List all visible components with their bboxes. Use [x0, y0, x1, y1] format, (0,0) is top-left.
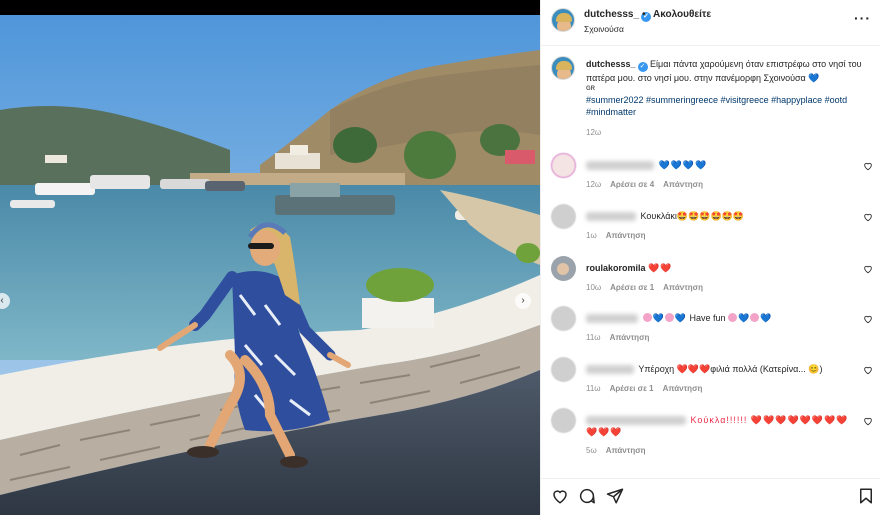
comment-item: Κούκλα!!!!!! ❤️❤️❤️❤️❤️❤️❤️❤️❤️❤️❤️ 5ω Απ…	[541, 408, 880, 460]
reply-button[interactable]: Απάντηση	[663, 384, 703, 393]
comment-meta: 11ω Αρέσει σε 1 Απάντηση	[586, 384, 711, 393]
comment-likes[interactable]: Αρέσει σε 1	[610, 384, 654, 393]
comment-time: 5ω	[586, 446, 597, 455]
verified-icon: ✓	[637, 62, 648, 72]
reply-button[interactable]: Απάντηση	[606, 446, 646, 455]
comment-item: Υπέροχη ❤️❤️❤️φιλιά πολλά (Κατερίνα... 😊…	[541, 357, 880, 402]
more-icon[interactable]: ···	[854, 10, 871, 26]
comment-item: 💙 💙 Have fun 💙 💙 11ω Απάντηση	[541, 306, 880, 351]
comment-text-block: roulakoromila ❤️❤️	[586, 262, 854, 274]
caption-text-block: dutchesss_ ✓ Είμαι πάντα χαρούμενη όταν ε…	[586, 58, 871, 119]
reply-button[interactable]: Απάντηση	[663, 180, 703, 189]
comment-username[interactable]: roulakoromila	[586, 263, 646, 273]
heart-icon[interactable]	[863, 314, 873, 324]
comment-time: 11ω	[586, 384, 601, 393]
caption-time: 12ω	[586, 128, 602, 137]
comment-icon[interactable]	[578, 487, 596, 505]
heart-icon[interactable]	[863, 416, 873, 426]
comment-text: 💙💙💙💙	[658, 160, 708, 170]
blue-heart-icon: 💙	[760, 313, 773, 323]
header-username[interactable]: dutchesss_ ✓	[584, 9, 652, 22]
caption-heart: 💙	[808, 73, 820, 83]
comment-meta: 12ω Αρέσει σε 4 Απάντηση	[586, 180, 712, 189]
comment-text-block: 💙💙💙💙	[586, 159, 854, 171]
follow-button[interactable]: Ακολουθείτε	[653, 9, 711, 20]
blurred-username	[586, 314, 638, 324]
like-icon[interactable]	[551, 487, 569, 505]
caption-hashtags[interactable]: #summer2022 #summeringreece #visitgreece…	[586, 95, 847, 118]
blue-heart-icon: 💙	[674, 313, 687, 323]
blurred-username	[586, 212, 636, 222]
comment-item: roulakoromila ❤️❤️ 10ω Αρέσει σε 1 Απάντησ…	[541, 256, 880, 301]
comment-meta: 10ω Αρέσει σε 1 Απάντηση	[586, 283, 712, 292]
comment-item: Κουκλάκι🤩🤩🤩🤩🤩🤩 1ω Απάντηση	[541, 204, 880, 249]
comment-time: 10ω	[586, 283, 602, 292]
reply-button[interactable]: Απάντηση	[663, 283, 703, 292]
blurred-username	[586, 161, 654, 171]
blurred-username	[586, 365, 634, 375]
comment-time: 12ω	[586, 180, 602, 189]
heart-icon[interactable]	[863, 365, 873, 375]
emoji-icon	[728, 313, 738, 322]
comment-time: 1ω	[586, 231, 597, 240]
emoji-icon	[750, 313, 760, 322]
reply-button[interactable]: Απάντηση	[610, 333, 650, 342]
comment-text-block: 💙 💙 Have fun 💙 💙	[586, 312, 854, 324]
heart-icon[interactable]	[863, 264, 873, 274]
avatar[interactable]	[551, 204, 576, 229]
heart-icon[interactable]	[863, 161, 873, 171]
comment-text: Κουκλάκι🤩🤩🤩🤩🤩🤩	[640, 211, 745, 221]
blue-heart-icon: 💙	[738, 313, 751, 323]
post-image	[0, 15, 540, 515]
comment-text-block: Υπέροχη ❤️❤️❤️φιλιά πολλά (Κατερίνα... 😊…	[586, 363, 854, 375]
comment-meta: 11ω Απάντηση	[586, 333, 658, 342]
avatar[interactable]	[551, 357, 576, 382]
avatar[interactable]	[551, 153, 576, 178]
avatar[interactable]	[551, 306, 576, 331]
comment-likes[interactable]: Αρέσει σε 1	[610, 283, 654, 292]
header-separator: •	[642, 9, 646, 20]
header-username-text[interactable]: dutchesss_	[584, 9, 639, 20]
reply-button[interactable]: Απάντηση	[606, 231, 646, 240]
post-header: dutchesss_ ✓ • Ακολουθείτε Σχοινούσα ···	[541, 0, 880, 46]
action-bar	[541, 478, 880, 515]
avatar[interactable]	[551, 8, 575, 32]
chevron-right-icon[interactable]: ›	[515, 293, 531, 309]
comment-meta: 1ω Απάντηση	[586, 231, 655, 240]
comment-text-block: Κούκλα!!!!!! ❤️❤️❤️❤️❤️❤️❤️❤️❤️❤️❤️	[586, 414, 854, 438]
comment-meta: 5ω Απάντηση	[586, 446, 655, 455]
avatar[interactable]	[551, 256, 576, 281]
save-icon[interactable]	[857, 487, 875, 505]
share-icon[interactable]	[606, 487, 624, 505]
blue-heart-icon: 💙	[652, 313, 665, 323]
comment-time: 11ω	[586, 333, 601, 342]
blurred-username	[586, 416, 686, 426]
emoji-icon	[664, 313, 674, 322]
comment-text: ❤️❤️	[648, 263, 673, 273]
comment-likes[interactable]: Αρέσει σε 4	[610, 180, 654, 189]
comment-item: 💙💙💙💙 12ω Αρέσει σε 4 Απάντηση	[541, 153, 880, 198]
comment-text: Have fun	[689, 313, 726, 323]
post-photo[interactable]: ‹ ›	[0, 15, 540, 515]
location-link[interactable]: Σχοινούσα	[584, 24, 624, 34]
avatar[interactable]	[551, 408, 576, 433]
comment-text: Υπέροχη ❤️❤️❤️φιλιά πολλά (Κατερίνα... 😊…	[638, 364, 823, 374]
post-details-panel: dutchesss_ ✓ • Ακολουθείτε Σχοινούσα ··· …	[540, 0, 880, 515]
emoji-icon	[642, 313, 652, 322]
caption-avatar[interactable]	[551, 56, 575, 80]
comment-text-block: Κουκλάκι🤩🤩🤩🤩🤩🤩	[586, 210, 854, 222]
flag-label: GR	[586, 85, 595, 92]
heart-icon[interactable]	[863, 212, 873, 222]
caption-username[interactable]: dutchesss_	[586, 59, 636, 69]
